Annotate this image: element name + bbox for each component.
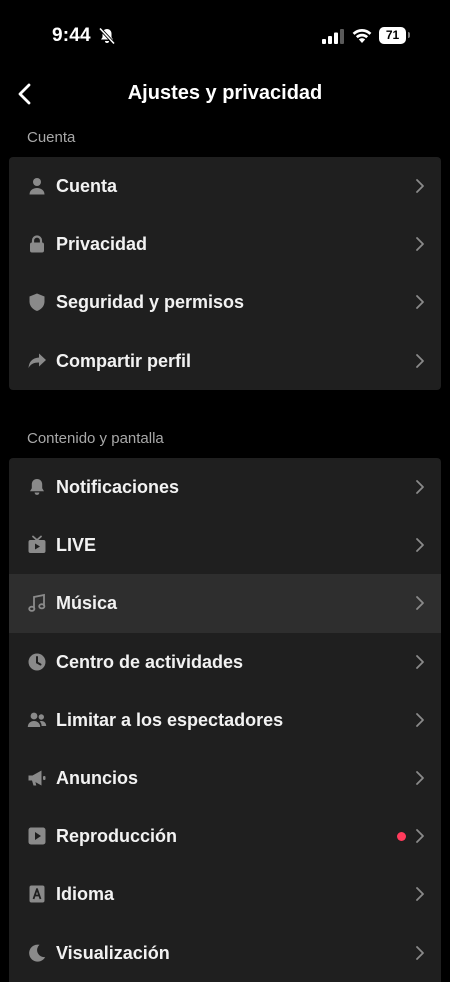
person-icon: [27, 176, 47, 196]
settings-card-content: Notificaciones LIVE Música Centro de act…: [9, 458, 441, 982]
settings-item-label: Visualización: [56, 942, 170, 963]
chevron-right-icon: [416, 353, 424, 368]
status-time: 9:44: [52, 25, 91, 46]
settings-item-display[interactable]: Visualización: [9, 924, 441, 982]
settings-item-label: Privacidad: [56, 234, 148, 255]
settings-item-label: Idioma: [56, 884, 115, 905]
battery-level: 71: [379, 27, 406, 44]
bell-icon: [27, 477, 47, 497]
settings-item-label: Notificaciones: [56, 477, 180, 497]
lock-icon: [27, 234, 47, 254]
settings-item-security[interactable]: Seguridad y permisos: [9, 273, 441, 331]
shield-icon: [27, 292, 47, 312]
chevron-right-icon: [416, 945, 424, 960]
chevron-right-icon: [416, 712, 424, 727]
settings-item-label: Centro de actividades: [56, 651, 244, 672]
settings-card-account: Cuenta Privacidad Seguridad y permisos C…: [9, 157, 441, 390]
settings-item-music[interactable]: Música: [9, 574, 441, 633]
moon-icon: [27, 943, 47, 963]
chevron-right-icon: [416, 771, 424, 785]
battery-tip: [408, 32, 410, 38]
cellular-signal-icon: [322, 29, 344, 44]
section-label-content: Contenido y pantalla: [27, 430, 164, 447]
header: Ajustes y privacidad: [0, 72, 450, 116]
megaphone-icon: [27, 768, 47, 788]
status-bar: 9:44 71: [0, 0, 450, 70]
settings-item-label: Seguridad y permisos: [56, 292, 245, 313]
language-icon: [27, 884, 47, 904]
wifi-icon: [352, 28, 372, 43]
settings-item-label: Reproducción: [56, 826, 178, 847]
settings-item-activity-center[interactable]: Centro de actividades: [9, 633, 441, 691]
chevron-right-icon: [416, 480, 424, 494]
settings-item-label: Anuncios: [56, 767, 139, 788]
settings-item-label: LIVE: [56, 535, 97, 556]
bell-slash-icon: [98, 27, 116, 45]
chevron-right-icon: [416, 596, 424, 611]
share-icon: [27, 351, 47, 371]
settings-item-playback[interactable]: Reproducción: [9, 807, 441, 865]
tv-icon: [27, 535, 47, 555]
settings-item-ads[interactable]: Anuncios: [9, 749, 441, 807]
chevron-right-icon: [416, 295, 424, 310]
section-label-account: Cuenta: [27, 129, 76, 146]
notification-dot: [397, 832, 406, 842]
chevron-right-icon: [416, 237, 424, 252]
settings-item-label: Compartir perfil: [56, 350, 192, 371]
chevron-right-icon: [416, 538, 424, 553]
settings-item-limit-viewers[interactable]: Limitar a los espectadores: [9, 691, 441, 749]
settings-item-privacy[interactable]: Privacidad: [9, 215, 441, 273]
people-icon: [27, 710, 47, 730]
chevron-right-icon: [416, 829, 424, 844]
clock-icon: [27, 652, 47, 672]
settings-item-label: Música: [56, 593, 118, 614]
page-title: Ajustes y privacidad: [127, 82, 323, 104]
play-icon: [27, 826, 47, 846]
settings-item-notifications[interactable]: Notificaciones: [9, 458, 441, 516]
chevron-right-icon: [416, 887, 424, 902]
chevron-right-icon: [416, 179, 424, 193]
settings-item-live[interactable]: LIVE: [9, 516, 441, 574]
music-note-icon: [27, 593, 47, 613]
settings-item-language[interactable]: Idioma: [9, 865, 441, 923]
settings-item-share-profile[interactable]: Compartir perfil: [9, 332, 441, 390]
battery-indicator: 71: [379, 27, 410, 44]
settings-item-account[interactable]: Cuenta: [9, 157, 441, 215]
settings-item-label: Limitar a los espectadores: [56, 709, 284, 730]
chevron-right-icon: [416, 654, 424, 669]
settings-item-label: Cuenta: [56, 176, 118, 196]
